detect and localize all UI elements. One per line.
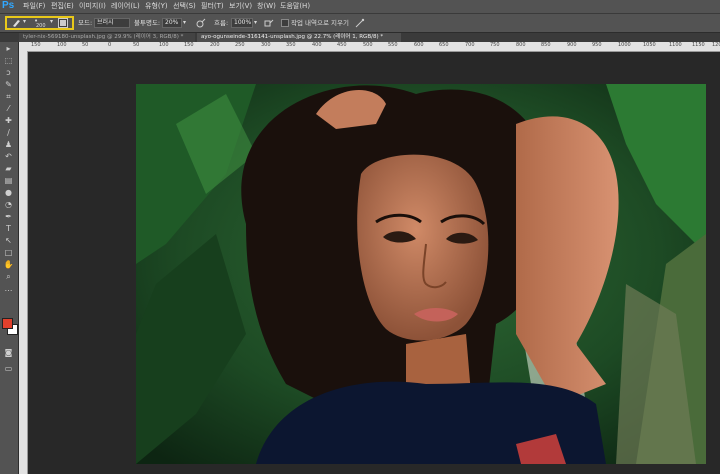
ruler-tick: 650 <box>439 42 449 48</box>
pen-tool-icon[interactable]: ✒ <box>3 212 14 222</box>
ruler-tick: 700 <box>465 42 475 48</box>
brush-tool-icon[interactable]: ∕ <box>3 128 14 138</box>
hand-tool-icon[interactable]: ✋ <box>3 260 14 270</box>
brush-size-value[interactable]: 200 <box>36 21 46 31</box>
screen-mode-icon[interactable]: ▭ <box>3 364 14 374</box>
ruler-tick: 850 <box>541 42 551 48</box>
type-tool-icon[interactable]: T <box>3 224 14 234</box>
menu-file[interactable]: 파일(F) <box>23 1 45 11</box>
mode-label: 모드: <box>78 19 93 27</box>
quick-select-tool-icon[interactable]: ✎ <box>3 80 14 90</box>
ruler-tick: 950 <box>592 42 602 48</box>
foreground-color-swatch[interactable] <box>2 318 13 329</box>
opacity-label: 불투명도: <box>134 19 161 27</box>
document-tab-bar: tyler-nix-569180-unsplash.jpg @ 29.9% (레… <box>0 33 720 42</box>
erase-history-label: 작업 내역으로 지우기 <box>291 19 349 27</box>
move-tool-icon[interactable]: ▸ <box>3 44 14 54</box>
ruler-tick: 1200 <box>712 42 720 48</box>
zoom-tool-icon[interactable]: ⌕ <box>3 272 14 282</box>
photo-portrait <box>136 84 706 464</box>
tab-document-1[interactable]: tyler-nix-569180-unsplash.jpg @ 29.9% (레… <box>19 33 195 42</box>
ruler-tick: 1100 <box>669 42 682 48</box>
opacity-dropdown-icon[interactable]: ▾ <box>183 18 186 28</box>
flow-input[interactable]: 100% <box>231 18 253 28</box>
ruler-tick: 100 <box>159 42 169 48</box>
ruler-tick: 600 <box>414 42 424 48</box>
document-canvas[interactable] <box>136 84 706 464</box>
ruler-tick: 1150 <box>692 42 705 48</box>
ruler-tick: 200 <box>210 42 220 48</box>
ruler-tick: 350 <box>286 42 296 48</box>
ruler-tick: 150 <box>31 42 41 48</box>
ruler-tick: 450 <box>337 42 347 48</box>
path-select-tool-icon[interactable]: ↖ <box>3 236 14 246</box>
menu-bar: Ps 파일(F) 편집(E) 이미지(I) 레이어(L) 유형(Y) 선택(S)… <box>0 0 720 14</box>
ruler-tick: 50 <box>82 42 89 48</box>
crop-tool-icon[interactable]: ⌗ <box>3 92 14 102</box>
rectangle-tool-icon[interactable]: □ <box>3 248 14 258</box>
erase-history-checkbox[interactable] <box>281 19 289 30</box>
menu-type[interactable]: 유형(Y) <box>145 1 168 11</box>
ruler-tick: 0 <box>108 42 112 48</box>
history-brush-tool-icon[interactable]: ↶ <box>3 152 14 162</box>
mode-select[interactable]: 브러시 <box>94 18 130 28</box>
flow-label: 흐름: <box>214 19 229 27</box>
ruler-tick: 1050 <box>643 42 656 48</box>
gradient-tool-icon[interactable]: ▤ <box>3 176 14 186</box>
ruler-tick: 100 <box>57 42 67 48</box>
options-bar: ▾ • 200 ▾ 모드: 브러시 불투명도: 20% ▾ 흐름: 100% ▾… <box>0 14 720 33</box>
opacity-input[interactable]: 20% <box>162 18 182 28</box>
menu-window[interactable]: 창(W) <box>257 1 276 11</box>
vertical-ruler <box>19 51 28 474</box>
ruler-tick: 500 <box>363 42 373 48</box>
brush-dropdown-icon[interactable]: ▾ <box>50 17 53 27</box>
dodge-tool-icon[interactable]: ◔ <box>3 200 14 210</box>
eraser-preset-icon[interactable] <box>11 18 21 31</box>
blur-tool-icon[interactable]: ● <box>3 188 14 198</box>
pressure-size-icon[interactable] <box>355 18 365 31</box>
ruler-tick: 800 <box>516 42 526 48</box>
flow-dropdown-icon[interactable]: ▾ <box>254 18 257 28</box>
ruler-tick: 750 <box>490 42 500 48</box>
marquee-tool-icon[interactable]: ⬚ <box>3 56 14 66</box>
menu-view[interactable]: 보기(V) <box>229 1 252 11</box>
ruler-tick: 300 <box>261 42 271 48</box>
ruler-tick: 250 <box>235 42 245 48</box>
menu-image[interactable]: 이미지(I) <box>79 1 106 11</box>
menu-filter[interactable]: 필터(T) <box>201 1 224 11</box>
menu-help[interactable]: 도움말(H) <box>280 1 310 11</box>
ruler-tick: 400 <box>312 42 322 48</box>
eyedropper-tool-icon[interactable]: ⁄ <box>3 104 14 114</box>
healing-brush-tool-icon[interactable]: ✚ <box>3 116 14 126</box>
menu-select[interactable]: 선택(S) <box>173 1 196 11</box>
preset-dropdown-icon[interactable]: ▾ <box>23 17 26 27</box>
airbrush-icon[interactable] <box>264 18 274 31</box>
tab-document-2[interactable]: ayo-ogunseinde-316141-unsplash.jpg @ 22.… <box>197 33 401 42</box>
more-tools-icon[interactable]: … <box>3 284 14 294</box>
ruler-tick: 550 <box>388 42 398 48</box>
brush-panel-icon[interactable] <box>58 18 68 31</box>
ruler-tick: 50 <box>133 42 140 48</box>
pressure-opacity-icon[interactable] <box>196 18 206 31</box>
photoshop-logo: Ps <box>2 0 15 11</box>
tools-panel: ▸ ⬚ ↄ ✎ ⌗ ⁄ ✚ ∕ ♟ ↶ ▰ ▤ ● ◔ ✒ T ↖ □ ✋ ⌕ … <box>0 42 19 474</box>
quick-mask-icon[interactable]: ◙ <box>3 348 14 358</box>
menu-edit[interactable]: 편집(E) <box>51 1 74 11</box>
lasso-tool-icon[interactable]: ↄ <box>3 68 14 78</box>
ruler-tick: 150 <box>184 42 194 48</box>
ruler-tick: 1000 <box>618 42 631 48</box>
horizontal-ruler: 150 100 50 0 50 100 150 200 250 300 350 … <box>19 42 720 52</box>
eraser-tool-icon[interactable]: ▰ <box>3 164 14 174</box>
ruler-tick: 900 <box>567 42 577 48</box>
menu-layer[interactable]: 레이어(L) <box>111 1 140 11</box>
clone-stamp-tool-icon[interactable]: ♟ <box>3 140 14 150</box>
